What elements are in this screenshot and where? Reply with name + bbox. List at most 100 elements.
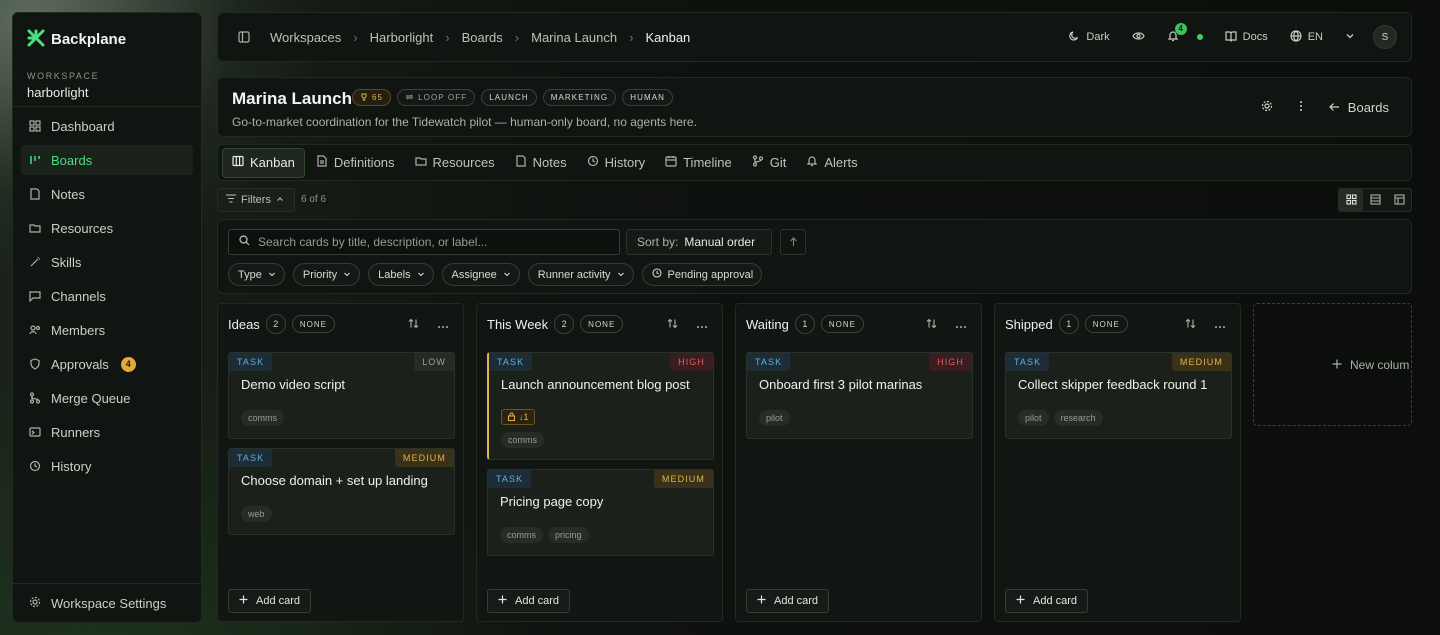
more-horizontal-icon[interactable] (696, 317, 708, 332)
filter-pending-approval[interactable]: Pending approval (641, 263, 763, 286)
kanban-icon (232, 155, 244, 170)
bell-icon (806, 155, 818, 170)
filter-assignee[interactable]: Assignee (441, 263, 520, 286)
sidebar-item-resources[interactable]: Resources (21, 213, 193, 243)
search-input[interactable]: Search cards by title, description, or l… (228, 229, 620, 255)
sort-direction-button[interactable] (780, 229, 806, 255)
board-score-badge: 65 (352, 89, 392, 106)
sidebar-toggle-icon[interactable] (238, 31, 250, 43)
more-horizontal-icon[interactable] (437, 317, 449, 332)
sidebar-item-merge-queue[interactable]: Merge Queue (21, 383, 193, 413)
column-title: Waiting (746, 316, 789, 332)
card-title: Choose domain + set up landing (241, 473, 428, 488)
shield-icon (29, 358, 41, 370)
breadcrumb-harborlight[interactable]: Harborlight (370, 30, 434, 45)
wip-limit-badge[interactable]: NONE (291, 315, 335, 333)
filters-button[interactable]: Filters (217, 188, 295, 212)
merge-icon (29, 392, 41, 404)
add-card-button[interactable]: Add card (1005, 589, 1089, 613)
tab-notes[interactable]: Notes (506, 148, 576, 178)
sidebar-item-boards[interactable]: Boards (21, 145, 193, 175)
sidebar-item-runners[interactable]: Runners (21, 417, 193, 447)
sidebar-item-notes[interactable]: Notes (21, 179, 193, 209)
filter-priority[interactable]: Priority (292, 263, 361, 286)
sidebar-item-channels[interactable]: Channels (21, 281, 193, 311)
account-menu-toggle[interactable] (1345, 31, 1355, 44)
tab-alerts[interactable]: Alerts (797, 148, 866, 178)
wip-limit-badge[interactable]: NONE (580, 315, 624, 333)
sort-select[interactable]: Sort by: Manual order (626, 229, 772, 255)
kanban-card[interactable]: TASK HIGH Onboard first 3 pilot marinas … (746, 352, 973, 439)
column-count: 1 (794, 314, 815, 334)
sidebar-item-dashboard[interactable]: Dashboard (21, 111, 193, 141)
add-card-label: Add card (256, 595, 301, 607)
card-label: web (241, 506, 272, 522)
list-view-button[interactable] (1363, 189, 1387, 211)
search-placeholder: Search cards by title, description, or l… (258, 235, 488, 249)
column-title: Shipped (1005, 316, 1053, 332)
blocked-dependency-badge[interactable]: ↓1 (501, 409, 535, 425)
watch-button[interactable] (1131, 30, 1145, 45)
add-card-button[interactable]: Add card (228, 589, 312, 613)
brand[interactable]: Backplane (27, 29, 126, 50)
tab-definitions[interactable]: Definitions (307, 148, 404, 178)
more-vertical-icon[interactable] (1299, 100, 1303, 115)
tab-kanban[interactable]: Kanban (222, 147, 305, 178)
docs-button[interactable]: Docs (1225, 30, 1268, 45)
sidebar-item-label: Skills (51, 254, 82, 270)
sort-arrows-icon[interactable] (926, 317, 937, 332)
workspace-name[interactable]: harborlight (27, 85, 88, 100)
avatar[interactable]: S (1373, 25, 1397, 49)
add-card-button[interactable]: Add card (746, 589, 830, 613)
loop-status-badge[interactable]: LOOP OFF (397, 89, 476, 106)
filter-chip-label: Labels (378, 268, 411, 281)
more-horizontal-icon[interactable] (955, 317, 967, 332)
add-card-button[interactable]: Add card (487, 589, 571, 613)
filter-labels[interactable]: Labels (368, 263, 434, 286)
tab-timeline[interactable]: Timeline (656, 148, 741, 178)
sort-arrows-icon[interactable] (1185, 317, 1196, 332)
notifications-button[interactable]: 4 (1167, 22, 1187, 45)
filter-runner-activity[interactable]: Runner activity (527, 263, 634, 286)
grid-view-button[interactable] (1339, 189, 1363, 211)
new-column-button[interactable]: New colum (1253, 303, 1412, 426)
kanban-card[interactable]: TASK MEDIUM Collect skipper feedback rou… (1005, 352, 1232, 439)
card-type-badge: TASK (747, 353, 791, 371)
tab-git[interactable]: Git (743, 148, 796, 178)
chat-icon (29, 290, 41, 302)
breadcrumb-marina-launch[interactable]: Marina Launch (531, 30, 617, 45)
sidebar-item-skills[interactable]: Skills (21, 247, 193, 277)
kanban-card[interactable]: TASK MEDIUM Pricing page copy comms pric… (487, 469, 714, 556)
note-icon (29, 188, 41, 200)
back-to-boards-button[interactable]: Boards (1328, 100, 1389, 115)
kanban-card[interactable]: TASK HIGH Launch announcement blog post … (487, 352, 714, 460)
tab-resources[interactable]: Resources (406, 148, 504, 178)
more-horizontal-icon[interactable] (1214, 317, 1226, 332)
backplane-logo-icon (27, 29, 45, 50)
gear-icon[interactable] (1261, 100, 1273, 115)
sidebar-item-history[interactable]: History (21, 451, 193, 481)
breadcrumb-workspaces[interactable]: Workspaces (270, 30, 341, 45)
sidebar-item-members[interactable]: Members (21, 315, 193, 345)
card-labels: pilot (759, 410, 790, 426)
card-title: Collect skipper feedback round 1 (1018, 377, 1208, 392)
sidebar-item-approvals[interactable]: Approvals 4 (21, 349, 193, 379)
theme-toggle[interactable]: Dark (1068, 30, 1110, 45)
filter-chip-label: Runner activity (537, 268, 611, 281)
board-score: 65 (372, 93, 384, 102)
board-header: Marina Launch 65 LOOP OFF LAUNCH MARKETI… (217, 77, 1412, 137)
language-selector[interactable]: EN (1290, 29, 1323, 45)
kanban-card[interactable]: TASK MEDIUM Choose domain + set up landi… (228, 448, 455, 535)
filter-type[interactable]: Type (228, 263, 285, 286)
sort-arrows-icon[interactable] (667, 317, 678, 332)
kanban-card[interactable]: TASK LOW Demo video script comms (228, 352, 455, 439)
wip-limit-badge[interactable]: NONE (1084, 315, 1128, 333)
wip-limit-badge[interactable]: NONE (820, 315, 864, 333)
theme-label: Dark (1086, 31, 1110, 43)
tab-history[interactable]: History (578, 148, 654, 178)
table-view-button[interactable] (1387, 189, 1411, 211)
workspace-settings-button[interactable]: Workspace Settings (29, 596, 166, 611)
breadcrumb-boards[interactable]: Boards (462, 30, 503, 45)
sort-arrows-icon[interactable] (408, 317, 419, 332)
board-description: Go-to-market coordination for the Tidewa… (232, 115, 697, 129)
